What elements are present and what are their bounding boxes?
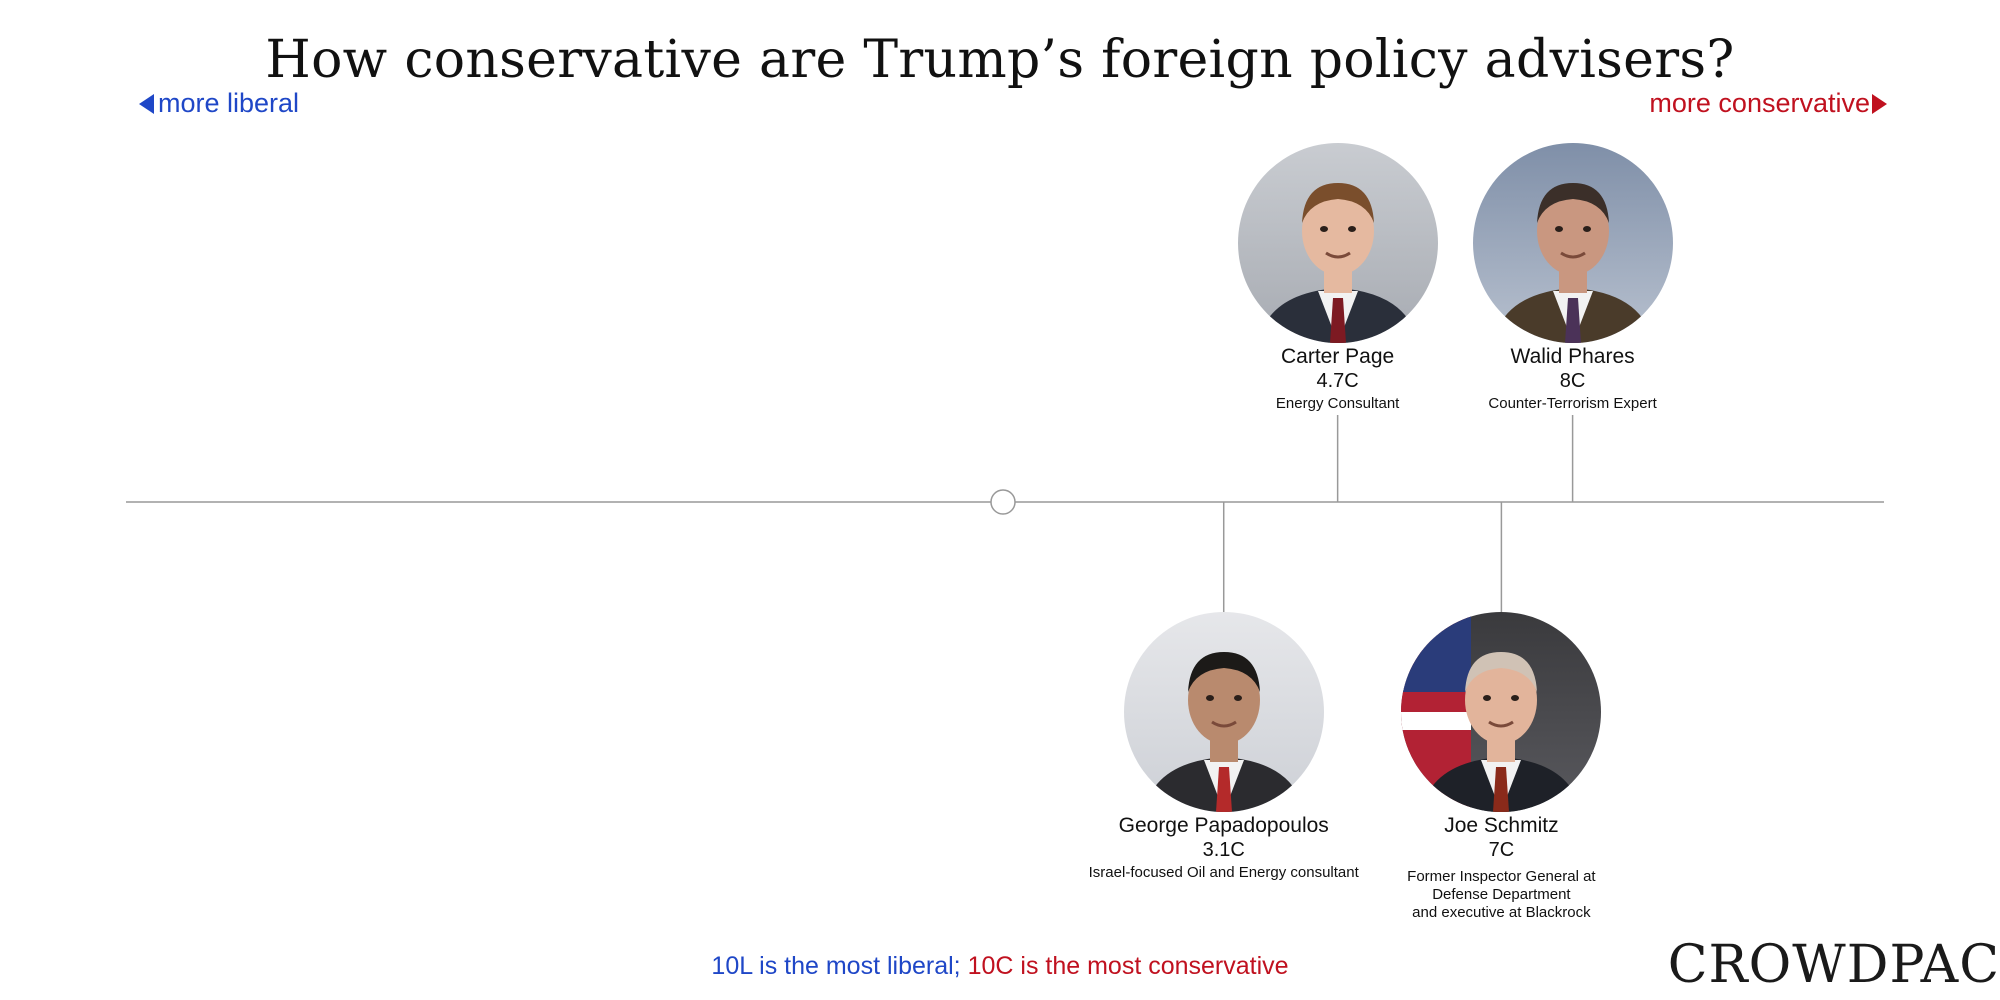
- adviser-score: 8C: [1559, 370, 1586, 392]
- footnote-liberal: 10L is the most liberal: [711, 952, 954, 980]
- label-walid-phares: Walid Phares 8C Counter-Terrorism Expert: [1383, 344, 1763, 413]
- crowdpac-logo: CROWDPAC: [1667, 935, 2000, 995]
- footnote-separator: ;: [953, 952, 961, 980]
- adviser-role: Counter-Terrorism Expert: [1488, 395, 1657, 412]
- adviser-score: 7C: [1488, 839, 1515, 861]
- avatar-carter-page: [1237, 143, 1438, 343]
- ideology-axis-chart: [126, 415, 1884, 612]
- adviser-role: Former Inspector General at Defense Depa…: [1407, 868, 1596, 921]
- label-joe-schmitz: Joe Schmitz 7C Former Inspector General at…: [1311, 813, 1691, 922]
- footnote-conservative: 10C is the most conservative: [967, 952, 1289, 980]
- avatar-walid-phares: [1472, 143, 1673, 343]
- adviser-name: Walid Phares: [1510, 345, 1635, 368]
- connector-lines: [1222, 415, 1574, 612]
- avatar-joe-schmitz: [1401, 612, 1602, 812]
- avatar-george-papadopoulos: [1123, 612, 1324, 812]
- center-marker: [990, 489, 1016, 515]
- adviser-name: Joe Schmitz: [1444, 814, 1559, 837]
